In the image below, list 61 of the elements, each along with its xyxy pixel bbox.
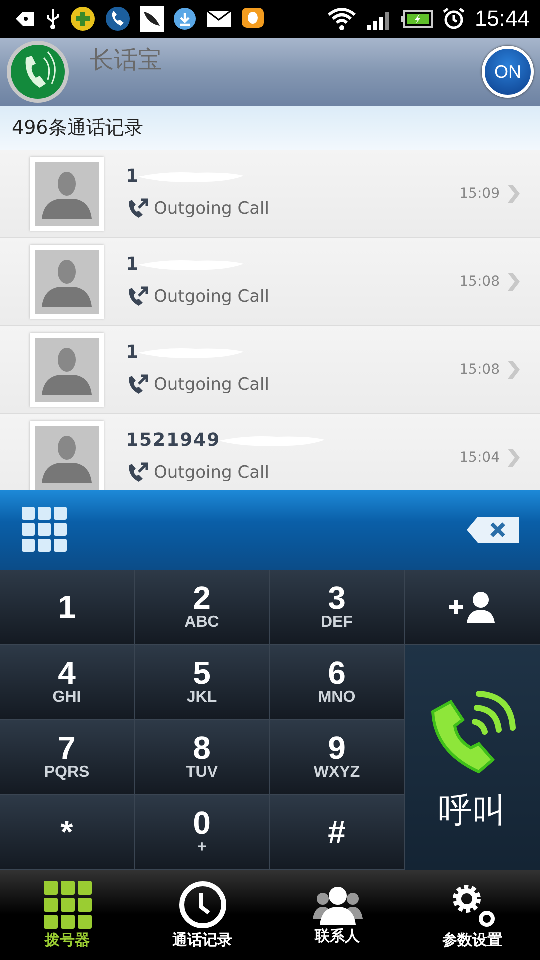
call-time: 15:04 xyxy=(460,450,500,466)
call-type: Outgoing Call xyxy=(154,463,270,483)
status-time: 15:44 xyxy=(474,6,530,32)
keypad-key[interactable]: 0 + xyxy=(135,795,270,870)
call-type: Outgoing Call xyxy=(154,375,270,395)
avatar-icon xyxy=(30,420,104,490)
battery-icon xyxy=(400,9,433,29)
call-time: 15:08 xyxy=(460,274,500,290)
keypad-key[interactable]: 8 TUV xyxy=(135,720,270,795)
alarm-clock-icon xyxy=(442,7,466,31)
outgoing-call-icon xyxy=(126,373,150,397)
keypad-key[interactable]: 6 MNO xyxy=(270,645,405,720)
phone-signal-icon xyxy=(105,6,131,32)
chevron-right-icon xyxy=(508,272,520,290)
back-tag-icon xyxy=(14,10,36,28)
avatar-icon xyxy=(30,332,104,406)
keypad-key[interactable]: 1 xyxy=(0,570,135,645)
chevron-right-icon xyxy=(508,448,520,466)
nav-tab[interactable]: 拨号器 xyxy=(0,870,135,960)
plus-shield-icon xyxy=(70,6,96,32)
avatar-icon xyxy=(30,156,104,230)
keypad-grid-icon xyxy=(44,880,92,928)
nav-tab[interactable]: 通话记录 xyxy=(135,870,270,960)
keypad-key[interactable]: 5 JKL xyxy=(135,645,270,720)
chevron-right-icon xyxy=(508,360,520,378)
call-time: 15:09 xyxy=(460,186,500,202)
phone-number: 1 xyxy=(126,166,140,187)
outgoing-call-icon xyxy=(126,197,150,221)
nav-tab[interactable]: 联系人 xyxy=(270,870,405,960)
keypad-key[interactable]: 3 DEF xyxy=(270,570,405,645)
chevron-right-icon xyxy=(508,184,520,202)
avatar-icon xyxy=(30,244,104,318)
call-type: Outgoing Call xyxy=(154,199,270,219)
call-type: Outgoing Call xyxy=(154,287,270,307)
keypad-key[interactable]: 4 GHI xyxy=(0,645,135,720)
keypad-key[interactable]: # xyxy=(270,795,405,870)
add-contact-button[interactable] xyxy=(405,570,540,645)
usb-icon xyxy=(45,8,61,30)
app-title: 长话宝 xyxy=(90,45,163,76)
keypad-key[interactable]: 2 ABC xyxy=(135,570,270,645)
backspace-icon[interactable] xyxy=(466,516,520,544)
nav-tab[interactable]: 参数设置 xyxy=(405,870,540,960)
phone-number: 1 xyxy=(126,342,140,363)
outgoing-call-icon xyxy=(126,285,150,309)
power-toggle[interactable]: ON xyxy=(482,46,534,98)
phone-number: 1521949 xyxy=(126,430,221,451)
keypad-toggle-icon[interactable] xyxy=(22,507,68,553)
keypad-key[interactable]: 9 WXYZ xyxy=(270,720,405,795)
record-count: 496条通话记录 xyxy=(12,116,144,141)
people-icon xyxy=(312,884,362,924)
phone-logo-icon xyxy=(6,40,70,104)
mail-icon xyxy=(206,10,232,28)
download-icon xyxy=(173,7,197,31)
call-button[interactable]: 呼叫 xyxy=(405,645,540,870)
call-time: 15:08 xyxy=(460,362,500,378)
phone-number: 1 xyxy=(126,254,140,275)
clock-icon xyxy=(178,880,226,928)
keypad-key[interactable]: * xyxy=(0,795,135,870)
outgoing-call-icon xyxy=(126,461,150,485)
keypad-key[interactable]: 7 PQRS xyxy=(0,720,135,795)
wifi-icon xyxy=(326,7,357,31)
